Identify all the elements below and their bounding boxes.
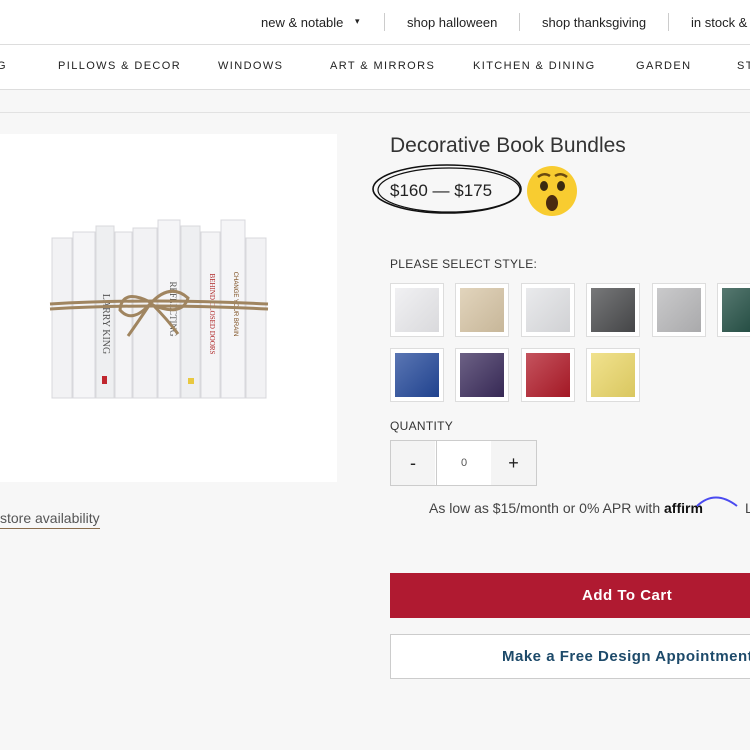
- divider: [668, 13, 669, 31]
- swatch-color: [460, 353, 504, 397]
- quantity-stepper: - 0 +: [390, 440, 537, 486]
- design-appointment-label: Make a Free Design Appointment: [502, 648, 750, 665]
- divider: [384, 13, 385, 31]
- style-select-label: PLEASE SELECT STYLE:: [390, 257, 538, 271]
- financing-text: As low as $15/month or 0% APR with affir…: [429, 496, 738, 516]
- financing-message: As low as $15/month or 0% APR with: [429, 500, 661, 516]
- breadcrumb-divider: [0, 112, 750, 113]
- swatch-color: [395, 353, 439, 397]
- style-swatch-tan[interactable]: [455, 283, 509, 337]
- category-item[interactable]: ST: [737, 60, 750, 72]
- swatch-color: [722, 288, 750, 332]
- style-swatch-white[interactable]: [390, 283, 444, 337]
- category-art-mirrors[interactable]: ART & MIRRORS: [330, 60, 435, 72]
- style-swatch-yellow[interactable]: [586, 348, 640, 402]
- category-nav: G PILLOWS & DECOR WINDOWS ART & MIRRORS …: [0, 44, 750, 90]
- swatch-color: [460, 288, 504, 332]
- product-title: Decorative Book Bundles: [390, 134, 626, 157]
- affirm-arc-icon: [696, 496, 738, 507]
- quantity-decrease-button[interactable]: -: [391, 441, 435, 485]
- chevron-down-icon[interactable]: ▾: [355, 16, 360, 27]
- quantity-label: QUANTITY: [390, 419, 454, 433]
- style-swatch-blue[interactable]: [390, 348, 444, 402]
- financing-learn-more-link[interactable]: L: [745, 500, 750, 516]
- category-garden[interactable]: GARDEN: [636, 60, 691, 72]
- top-utility-bar: new & notable ▾ shop halloween shop than…: [0, 0, 750, 44]
- product-image[interactable]: LARRY KING REFLECTING BEHIND CLOSED DOOR…: [0, 134, 337, 482]
- quantity-input[interactable]: 0: [436, 441, 492, 485]
- category-windows[interactable]: WINDOWS: [218, 60, 283, 72]
- category-pillows-decor[interactable]: PILLOWS & DECOR: [58, 60, 181, 72]
- swatch-color: [395, 288, 439, 332]
- style-swatch-green[interactable]: [717, 283, 750, 337]
- book-spine-title: BEHIND CLOSED DOORS: [208, 274, 216, 355]
- style-swatch-silver[interactable]: [652, 283, 706, 337]
- book-bundle-illustration: LARRY KING REFLECTING BEHIND CLOSED DOOR…: [49, 219, 269, 399]
- top-link-shop-thanksgiving[interactable]: shop thanksgiving: [542, 15, 646, 30]
- style-swatch-light-gray[interactable]: [521, 283, 575, 337]
- store-availability-link[interactable]: store availability: [0, 510, 100, 529]
- style-swatch-red[interactable]: [521, 348, 575, 402]
- swatch-color: [526, 353, 570, 397]
- book-emblem: [188, 378, 194, 384]
- book-ribbon: [102, 376, 107, 384]
- style-swatch-charcoal[interactable]: [586, 283, 640, 337]
- top-link-in-stock[interactable]: in stock &: [691, 15, 747, 30]
- add-to-cart-button[interactable]: Add To Cart: [390, 573, 750, 618]
- swatch-color: [591, 353, 635, 397]
- swatch-color: [591, 288, 635, 332]
- category-kitchen-dining[interactable]: KITCHEN & DINING: [473, 60, 596, 72]
- design-appointment-button[interactable]: Make a Free Design Appointment: [390, 634, 750, 679]
- add-to-cart-label: Add To Cart: [582, 587, 673, 604]
- category-item[interactable]: G: [0, 60, 7, 72]
- top-link-new-notable[interactable]: new & notable: [261, 15, 343, 30]
- quantity-increase-button[interactable]: +: [491, 441, 536, 485]
- surprised-face-icon: [527, 166, 577, 216]
- style-swatch-purple[interactable]: [455, 348, 509, 402]
- divider: [519, 13, 520, 31]
- price-range: $160 — $175: [390, 181, 493, 200]
- swatch-color: [657, 288, 701, 332]
- top-link-shop-halloween[interactable]: shop halloween: [407, 15, 497, 30]
- swatch-color: [526, 288, 570, 332]
